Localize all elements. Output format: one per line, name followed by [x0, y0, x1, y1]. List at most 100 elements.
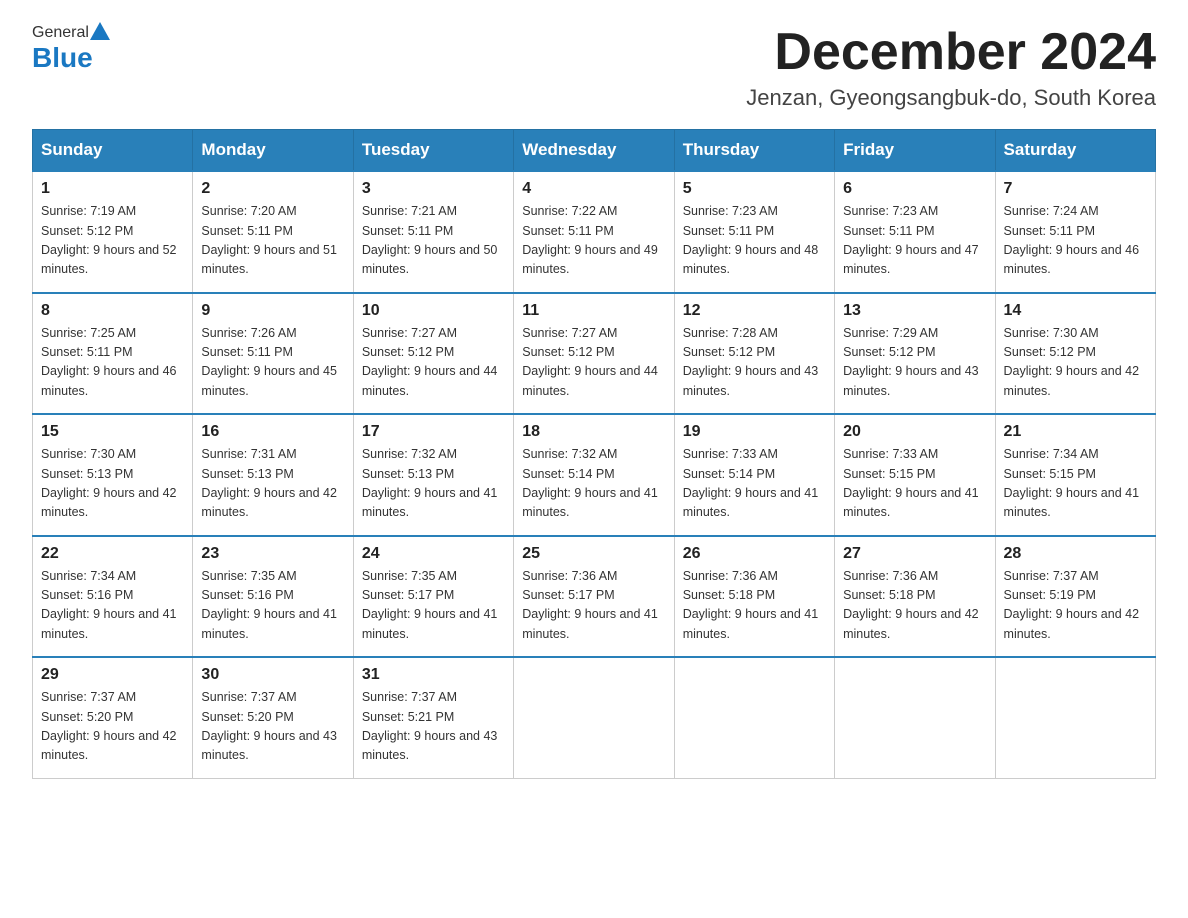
- day-info: Sunrise: 7:33 AMSunset: 5:14 PMDaylight:…: [683, 447, 819, 519]
- day-info: Sunrise: 7:36 AMSunset: 5:18 PMDaylight:…: [843, 569, 979, 641]
- day-info: Sunrise: 7:29 AMSunset: 5:12 PMDaylight:…: [843, 326, 979, 398]
- calendar-day-header: Tuesday: [353, 130, 513, 172]
- calendar-day-cell: [514, 657, 674, 778]
- calendar-day-cell: 26 Sunrise: 7:36 AMSunset: 5:18 PMDaylig…: [674, 536, 834, 658]
- calendar-day-cell: 23 Sunrise: 7:35 AMSunset: 5:16 PMDaylig…: [193, 536, 353, 658]
- day-number: 22: [41, 545, 184, 563]
- day-info: Sunrise: 7:34 AMSunset: 5:15 PMDaylight:…: [1004, 447, 1140, 519]
- logo: General Blue: [32, 24, 112, 74]
- calendar-day-header: Monday: [193, 130, 353, 172]
- day-info: Sunrise: 7:37 AMSunset: 5:19 PMDaylight:…: [1004, 569, 1140, 641]
- day-number: 13: [843, 302, 986, 320]
- day-info: Sunrise: 7:35 AMSunset: 5:17 PMDaylight:…: [362, 569, 498, 641]
- day-number: 15: [41, 423, 184, 441]
- calendar-header-row: SundayMondayTuesdayWednesdayThursdayFrid…: [33, 130, 1156, 172]
- calendar-day-cell: 9 Sunrise: 7:26 AMSunset: 5:11 PMDayligh…: [193, 293, 353, 415]
- day-number: 17: [362, 423, 505, 441]
- page-title: December 2024: [746, 24, 1156, 81]
- calendar-day-cell: 6 Sunrise: 7:23 AMSunset: 5:11 PMDayligh…: [835, 171, 995, 293]
- calendar-day-header: Sunday: [33, 130, 193, 172]
- calendar-day-cell: 29 Sunrise: 7:37 AMSunset: 5:20 PMDaylig…: [33, 657, 193, 778]
- day-info: Sunrise: 7:36 AMSunset: 5:17 PMDaylight:…: [522, 569, 658, 641]
- calendar-day-cell: 7 Sunrise: 7:24 AMSunset: 5:11 PMDayligh…: [995, 171, 1155, 293]
- calendar-day-cell: 28 Sunrise: 7:37 AMSunset: 5:19 PMDaylig…: [995, 536, 1155, 658]
- title-area: December 2024 Jenzan, Gyeongsangbuk-do, …: [746, 24, 1156, 111]
- day-number: 11: [522, 302, 665, 320]
- day-number: 6: [843, 180, 986, 198]
- day-info: Sunrise: 7:20 AMSunset: 5:11 PMDaylight:…: [201, 204, 337, 276]
- day-info: Sunrise: 7:35 AMSunset: 5:16 PMDaylight:…: [201, 569, 337, 641]
- calendar-day-cell: 2 Sunrise: 7:20 AMSunset: 5:11 PMDayligh…: [193, 171, 353, 293]
- calendar-day-cell: 11 Sunrise: 7:27 AMSunset: 5:12 PMDaylig…: [514, 293, 674, 415]
- calendar-day-cell: 21 Sunrise: 7:34 AMSunset: 5:15 PMDaylig…: [995, 414, 1155, 536]
- calendar-week-row: 8 Sunrise: 7:25 AMSunset: 5:11 PMDayligh…: [33, 293, 1156, 415]
- day-number: 16: [201, 423, 344, 441]
- day-info: Sunrise: 7:34 AMSunset: 5:16 PMDaylight:…: [41, 569, 177, 641]
- calendar-day-header: Thursday: [674, 130, 834, 172]
- day-number: 3: [362, 180, 505, 198]
- calendar-day-cell: 25 Sunrise: 7:36 AMSunset: 5:17 PMDaylig…: [514, 536, 674, 658]
- calendar-day-cell: 1 Sunrise: 7:19 AMSunset: 5:12 PMDayligh…: [33, 171, 193, 293]
- day-number: 25: [522, 545, 665, 563]
- day-info: Sunrise: 7:32 AMSunset: 5:13 PMDaylight:…: [362, 447, 498, 519]
- day-info: Sunrise: 7:30 AMSunset: 5:12 PMDaylight:…: [1004, 326, 1140, 398]
- calendar-day-cell: 20 Sunrise: 7:33 AMSunset: 5:15 PMDaylig…: [835, 414, 995, 536]
- day-info: Sunrise: 7:22 AMSunset: 5:11 PMDaylight:…: [522, 204, 658, 276]
- calendar-day-cell: 18 Sunrise: 7:32 AMSunset: 5:14 PMDaylig…: [514, 414, 674, 536]
- day-number: 8: [41, 302, 184, 320]
- day-info: Sunrise: 7:23 AMSunset: 5:11 PMDaylight:…: [843, 204, 979, 276]
- day-number: 5: [683, 180, 826, 198]
- calendar-day-cell: [835, 657, 995, 778]
- day-number: 29: [41, 666, 184, 684]
- calendar-day-cell: 24 Sunrise: 7:35 AMSunset: 5:17 PMDaylig…: [353, 536, 513, 658]
- day-info: Sunrise: 7:37 AMSunset: 5:20 PMDaylight:…: [41, 690, 177, 762]
- day-number: 14: [1004, 302, 1147, 320]
- calendar-day-cell: 12 Sunrise: 7:28 AMSunset: 5:12 PMDaylig…: [674, 293, 834, 415]
- calendar-day-cell: 27 Sunrise: 7:36 AMSunset: 5:18 PMDaylig…: [835, 536, 995, 658]
- day-number: 7: [1004, 180, 1147, 198]
- day-number: 28: [1004, 545, 1147, 563]
- logo-general-text: General: [32, 24, 89, 42]
- day-number: 19: [683, 423, 826, 441]
- day-info: Sunrise: 7:31 AMSunset: 5:13 PMDaylight:…: [201, 447, 337, 519]
- calendar-day-cell: 3 Sunrise: 7:21 AMSunset: 5:11 PMDayligh…: [353, 171, 513, 293]
- calendar-day-cell: [674, 657, 834, 778]
- calendar-day-cell: 31 Sunrise: 7:37 AMSunset: 5:21 PMDaylig…: [353, 657, 513, 778]
- day-info: Sunrise: 7:37 AMSunset: 5:20 PMDaylight:…: [201, 690, 337, 762]
- day-info: Sunrise: 7:23 AMSunset: 5:11 PMDaylight:…: [683, 204, 819, 276]
- calendar-day-cell: 4 Sunrise: 7:22 AMSunset: 5:11 PMDayligh…: [514, 171, 674, 293]
- calendar-day-cell: 30 Sunrise: 7:37 AMSunset: 5:20 PMDaylig…: [193, 657, 353, 778]
- calendar-day-header: Friday: [835, 130, 995, 172]
- calendar-day-cell: [995, 657, 1155, 778]
- logo-triangle-icon: [90, 22, 110, 40]
- calendar-body: 1 Sunrise: 7:19 AMSunset: 5:12 PMDayligh…: [33, 171, 1156, 778]
- calendar-day-cell: 19 Sunrise: 7:33 AMSunset: 5:14 PMDaylig…: [674, 414, 834, 536]
- day-info: Sunrise: 7:37 AMSunset: 5:21 PMDaylight:…: [362, 690, 498, 762]
- page-subtitle: Jenzan, Gyeongsangbuk-do, South Korea: [746, 85, 1156, 111]
- day-number: 10: [362, 302, 505, 320]
- calendar-day-cell: 14 Sunrise: 7:30 AMSunset: 5:12 PMDaylig…: [995, 293, 1155, 415]
- calendar-day-cell: 17 Sunrise: 7:32 AMSunset: 5:13 PMDaylig…: [353, 414, 513, 536]
- day-number: 27: [843, 545, 986, 563]
- day-number: 24: [362, 545, 505, 563]
- day-info: Sunrise: 7:27 AMSunset: 5:12 PMDaylight:…: [522, 326, 658, 398]
- calendar-week-row: 29 Sunrise: 7:37 AMSunset: 5:20 PMDaylig…: [33, 657, 1156, 778]
- day-info: Sunrise: 7:32 AMSunset: 5:14 PMDaylight:…: [522, 447, 658, 519]
- page-header: General Blue December 2024 Jenzan, Gyeon…: [32, 24, 1156, 111]
- calendar-day-cell: 22 Sunrise: 7:34 AMSunset: 5:16 PMDaylig…: [33, 536, 193, 658]
- calendar-day-header: Saturday: [995, 130, 1155, 172]
- day-info: Sunrise: 7:27 AMSunset: 5:12 PMDaylight:…: [362, 326, 498, 398]
- calendar-week-row: 1 Sunrise: 7:19 AMSunset: 5:12 PMDayligh…: [33, 171, 1156, 293]
- day-number: 1: [41, 180, 184, 198]
- calendar-table: SundayMondayTuesdayWednesdayThursdayFrid…: [32, 129, 1156, 779]
- day-info: Sunrise: 7:21 AMSunset: 5:11 PMDaylight:…: [362, 204, 498, 276]
- day-info: Sunrise: 7:28 AMSunset: 5:12 PMDaylight:…: [683, 326, 819, 398]
- day-number: 21: [1004, 423, 1147, 441]
- day-number: 23: [201, 545, 344, 563]
- day-number: 9: [201, 302, 344, 320]
- day-info: Sunrise: 7:19 AMSunset: 5:12 PMDaylight:…: [41, 204, 177, 276]
- logo-blue-text: Blue: [32, 42, 93, 74]
- day-number: 12: [683, 302, 826, 320]
- day-info: Sunrise: 7:24 AMSunset: 5:11 PMDaylight:…: [1004, 204, 1140, 276]
- day-info: Sunrise: 7:30 AMSunset: 5:13 PMDaylight:…: [41, 447, 177, 519]
